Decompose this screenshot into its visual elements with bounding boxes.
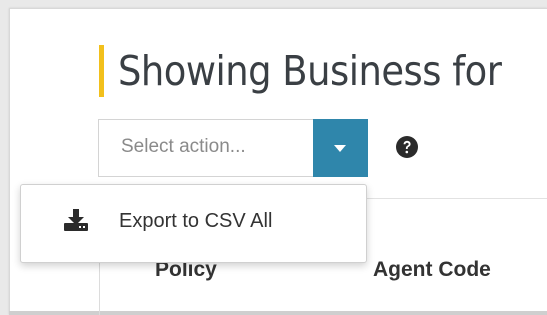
column-header-agent-code[interactable]: Agent Code [373, 258, 491, 282]
action-select[interactable]: Select action... [98, 119, 313, 177]
action-select-placeholder: Select action... [121, 136, 246, 157]
download-icon [63, 208, 89, 232]
caret-down-icon [334, 145, 346, 152]
question-circle-icon[interactable] [395, 135, 419, 159]
menu-item-label: Export to CSV All [119, 210, 273, 232]
action-select-toggle-button[interactable] [313, 119, 368, 177]
menu-item-export-csv-all[interactable]: Export to CSV All [21, 185, 366, 262]
page-title: Showing Business for [118, 47, 502, 95]
action-dropdown-menu: Export to CSV All [20, 184, 367, 263]
title-accent-bar [99, 45, 104, 97]
